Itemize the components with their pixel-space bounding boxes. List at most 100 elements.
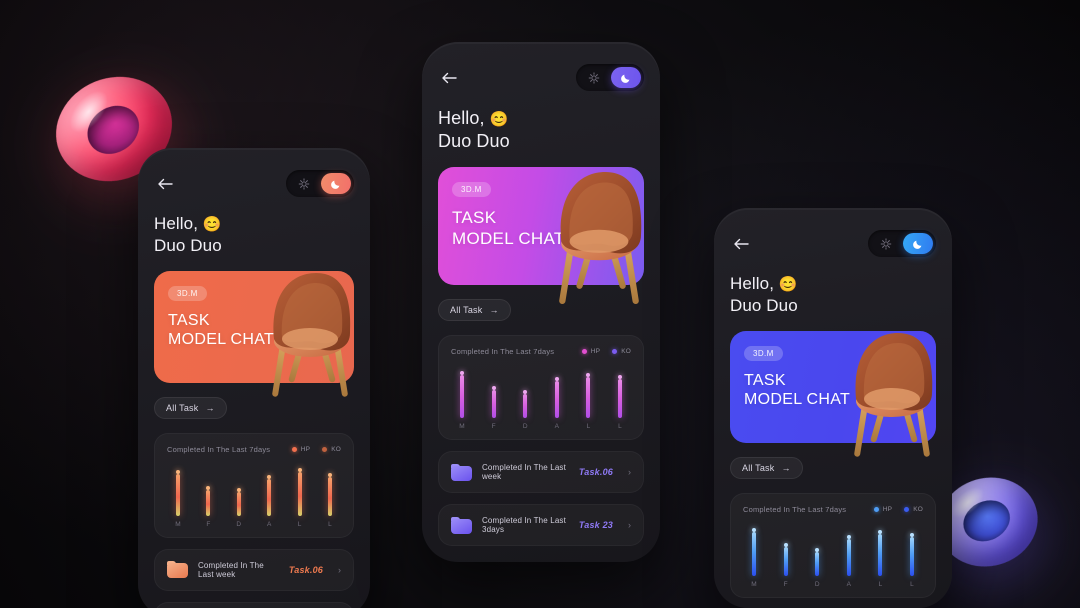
task-row[interactable]: Completed In The Last 3days Task 23 › (438, 504, 644, 547)
greeting-text: Hello, (730, 274, 775, 293)
all-task-chip[interactable]: All Task → (438, 299, 511, 322)
chart-bar (206, 485, 211, 516)
sun-icon[interactable] (871, 233, 901, 254)
top-bar (154, 170, 354, 197)
chart-header: Completed In The Last 7days HP KO (451, 347, 631, 356)
moon-icon[interactable] (903, 233, 933, 254)
hero-card[interactable]: 3D.M TASK MODEL CHAT (438, 167, 644, 286)
greeting: Hello, 😊 Duo Duo (730, 273, 936, 317)
hero-card[interactable]: 3D.M TASK MODEL CHAT (730, 330, 936, 443)
phone-mockup-left: Hello, 😊 Duo Duo 3D.M TASK MODEL CHAT Al… (138, 148, 370, 608)
legend-dot-icon (873, 506, 879, 512)
moon-icon[interactable] (321, 173, 351, 194)
chevron-right-icon[interactable]: › (338, 565, 341, 575)
task-row[interactable]: Completed In The Last 3days Task 23 › (154, 601, 354, 608)
task-value: Task 23 (578, 520, 613, 531)
sun-icon[interactable] (579, 67, 609, 88)
axis-tick-label: D (522, 423, 528, 431)
legend-dot-icon (612, 349, 618, 355)
legend-label: HP (590, 348, 601, 356)
greeting: Hello, 😊 Duo Duo (154, 213, 354, 257)
chevron-right-icon[interactable]: › (628, 520, 631, 530)
legend-item: KO (904, 506, 923, 513)
arrow-left-icon[interactable] (730, 233, 752, 255)
axis-tick-label: L (297, 520, 302, 528)
smiley-icon: 😊 (489, 111, 509, 128)
all-task-chip[interactable]: All Task → (154, 396, 227, 419)
moon-icon[interactable] (611, 67, 641, 88)
bar-column (842, 524, 856, 576)
all-task-chip[interactable]: All Task → (730, 456, 803, 479)
chart-bar (327, 472, 332, 516)
greeting-line-1: Hello, 😊 (730, 273, 936, 295)
sun-icon[interactable] (289, 173, 319, 194)
bar-column (455, 366, 469, 419)
phone-mockup-right: Hello, 😊 Duo Duo 3D.M TASK MODEL CHAT Al… (714, 208, 952, 608)
greeting-line-2: Duo Duo (438, 131, 510, 152)
legend-item: HP (581, 348, 601, 356)
axis-tick-label: F (491, 423, 496, 431)
chart-legend: HP KO (873, 506, 923, 513)
arrow-left-icon[interactable] (438, 67, 460, 89)
theme-toggle[interactable] (868, 230, 936, 257)
hero-title-line-2: MODEL CHAT (744, 391, 851, 409)
chart-card: Completed In The Last 7days HP KO M F D A L L (730, 492, 936, 598)
hero-title-line-1: TASK (452, 208, 497, 228)
theme-toggle[interactable] (286, 170, 354, 197)
arrow-right-icon: → (489, 305, 499, 316)
legend-label: KO (621, 348, 631, 356)
theme-toggle[interactable] (576, 64, 644, 91)
hero-title: TASK MODEL CHAT (744, 371, 922, 411)
arrow-right-icon: → (205, 402, 215, 413)
folder-icon (451, 516, 472, 534)
axis-tick-label: M (175, 520, 181, 528)
app-showcase-stage: Hello, 😊 Duo Duo 3D.M TASK MODEL CHAT Al… (0, 0, 1080, 608)
bar-column (747, 524, 761, 576)
arrow-right-icon: → (781, 462, 791, 473)
chart-bar (846, 534, 851, 576)
chart-bar (752, 528, 756, 576)
hero-card[interactable]: 3D.M TASK MODEL CHAT (154, 270, 354, 383)
legend-label: HP (300, 445, 311, 453)
legend-label: KO (331, 445, 341, 453)
chevron-right-icon[interactable]: › (628, 467, 631, 477)
chart-bar (586, 372, 591, 419)
axis-tick-label: D (236, 520, 242, 528)
greeting-line-2: Duo Duo (154, 235, 222, 255)
axis-tick-label: A (267, 520, 272, 528)
bar-column (550, 366, 564, 419)
folder-icon (451, 463, 472, 481)
bar-column (487, 366, 501, 419)
hero-section: 3D.M TASK MODEL CHAT (730, 330, 936, 457)
bar-column (873, 524, 887, 576)
task-label: Completed In The Last week (198, 560, 264, 579)
folder-icon (167, 561, 188, 578)
task-label: Completed In The Last week (482, 463, 566, 482)
chart-legend: HP KO (581, 348, 631, 356)
bar-column (323, 464, 337, 516)
hero-badge: 3D.M (744, 345, 783, 361)
top-bar (438, 64, 644, 91)
chart-bar (491, 385, 496, 419)
bar-chart (743, 524, 923, 576)
folder-body (451, 465, 472, 481)
legend-item: HP (873, 506, 892, 513)
chart-axis-labels: MFDALL (167, 521, 341, 528)
task-value: Task.06 (288, 564, 323, 575)
axis-tick-label: L (910, 580, 914, 588)
task-value: Task.06 (578, 467, 613, 478)
hero-title: TASK MODEL CHAT (452, 207, 630, 249)
axis-tick-label: M (459, 423, 465, 431)
chart-card: Completed In The Last 7days HP KO M F D A L L (154, 432, 354, 538)
folder-body (451, 518, 472, 534)
arrow-left-icon[interactable] (154, 173, 176, 195)
chart-title: Completed In The Last 7days (167, 444, 271, 454)
task-row[interactable]: Completed In The Last week Task.06 › (438, 451, 644, 494)
task-row[interactable]: Completed In The Last week Task.06 › (154, 548, 354, 591)
greeting-line-1: Hello, 😊 (438, 107, 644, 130)
legend-dot-icon (322, 446, 328, 452)
chart-bar (236, 487, 241, 516)
all-task-label: All Task (166, 402, 199, 413)
hero-section: 3D.M TASK MODEL CHAT (154, 270, 354, 397)
chart-bar (297, 468, 302, 516)
